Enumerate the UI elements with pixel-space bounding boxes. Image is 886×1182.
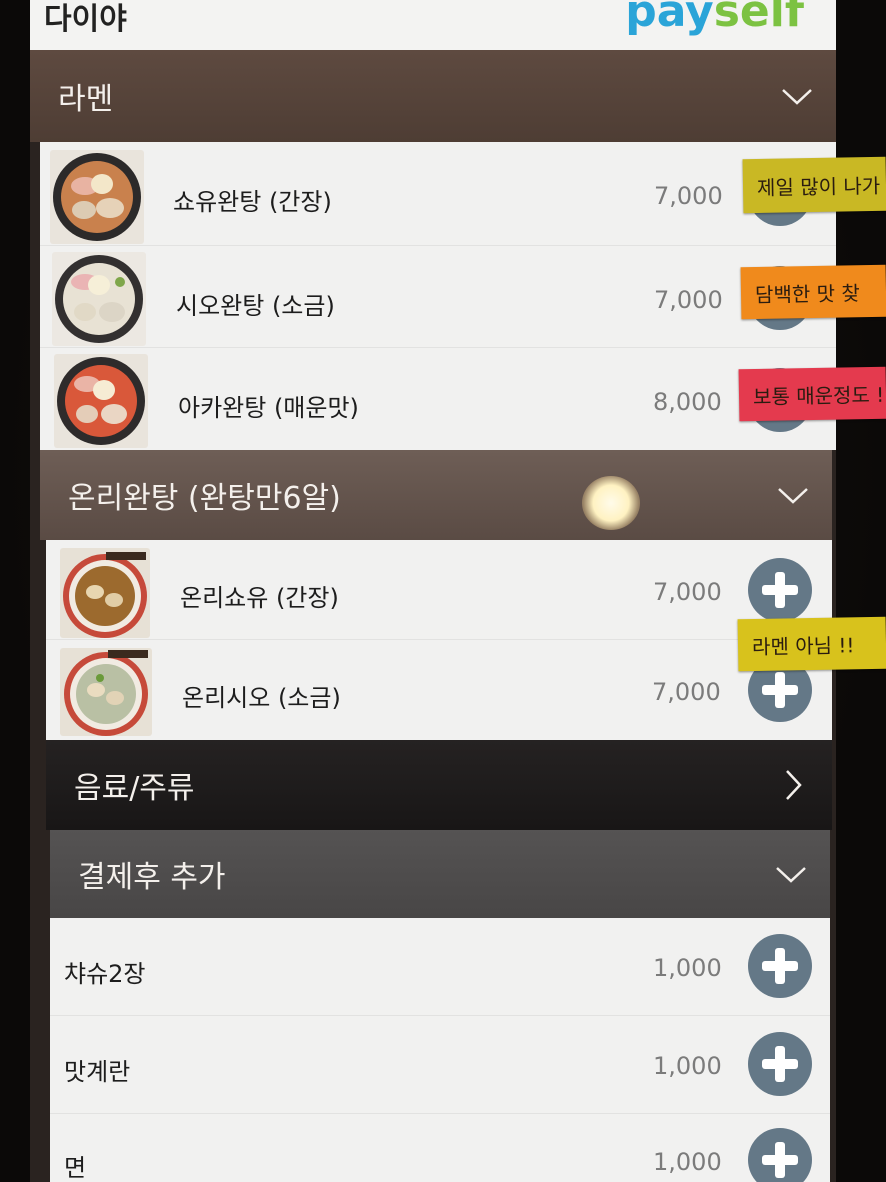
item-price: 7,000 <box>654 182 723 210</box>
logo-self-text: self <box>713 0 804 37</box>
store-name: 다이야 <box>44 2 127 37</box>
sticky-note: 보통 매운정도 !! <box>738 366 886 422</box>
item-name: 시오완탕 (소금) <box>176 292 335 320</box>
menu-item-row[interactable]: 쇼유완탕 (간장) 7,000 <box>40 142 836 246</box>
ramen-item-list: 쇼유완탕 (간장) 7,000 시오완탕 (소금) 7,000 아카완탕 (매운… <box>40 142 836 450</box>
item-price: 1,000 <box>653 1148 722 1176</box>
item-name: 온리시오 (소금) <box>182 684 341 712</box>
item-name: 맛계란 <box>64 1058 131 1086</box>
item-price: 1,000 <box>653 1052 722 1080</box>
chevron-down-icon <box>774 857 808 891</box>
category-label: 온리완탕 (완탕만6알) <box>68 481 341 516</box>
food-photo <box>60 648 152 736</box>
addon-item-row[interactable]: 챠슈2장 1,000 <box>50 918 830 1016</box>
addon-item-list: 챠슈2장 1,000 맛계란 1,000 면 1,000 <box>50 918 830 1182</box>
item-price: 8,000 <box>653 388 722 416</box>
food-photo <box>52 252 146 346</box>
menu-item-row[interactable]: 온리쇼유 (간장) 7,000 <box>46 540 832 640</box>
category-header-addons[interactable]: 결제후 추가 <box>50 830 830 918</box>
category-label: 라멘 <box>58 82 114 117</box>
category-header-drinks[interactable]: 음료/주류 <box>46 740 832 830</box>
add-item-button[interactable] <box>748 1032 812 1096</box>
light-glare <box>582 476 640 530</box>
top-bar: 다이야 payself <box>30 0 836 50</box>
category-label: 결제후 추가 <box>78 860 226 895</box>
chevron-down-icon <box>780 79 814 113</box>
payself-logo: payself <box>625 0 804 37</box>
food-photo <box>54 354 148 448</box>
addon-item-row[interactable]: 맛계란 1,000 <box>50 1016 830 1114</box>
add-item-button[interactable] <box>748 934 812 998</box>
category-header-ramen[interactable]: 라멘 <box>30 50 836 142</box>
food-photo <box>50 150 144 244</box>
chevron-right-icon <box>776 768 810 802</box>
item-name: 쇼유완탕 (간장) <box>173 188 332 216</box>
item-name: 챠슈2장 <box>64 960 146 988</box>
menu-item-row[interactable]: 시오완탕 (소금) 7,000 <box>40 246 836 348</box>
add-item-button[interactable] <box>748 558 812 622</box>
sticky-note: 라멘 아님 !! <box>737 616 886 672</box>
addon-item-row[interactable]: 면 1,000 <box>50 1114 830 1182</box>
item-name: 아카완탕 (매운맛) <box>178 394 359 422</box>
menu-item-row[interactable]: 아카완탕 (매운맛) 8,000 <box>40 348 836 450</box>
item-name: 면 <box>64 1154 87 1182</box>
onri-item-list: 온리쇼유 (간장) 7,000 온리시오 (소금) 7,000 <box>46 540 832 740</box>
logo-pay-text: pay <box>625 0 714 37</box>
chevron-down-icon <box>776 478 810 512</box>
category-header-onri-wonton[interactable]: 온리완탕 (완탕만6알) <box>40 450 832 540</box>
food-photo <box>60 548 150 638</box>
sticky-note: 담백한 맛 찾 <box>740 264 886 320</box>
item-price: 7,000 <box>654 286 723 314</box>
menu-item-row[interactable]: 온리시오 (소금) 7,000 <box>46 640 832 740</box>
item-name: 온리쇼유 (간장) <box>180 584 339 612</box>
category-label: 음료/주류 <box>74 771 195 806</box>
item-price: 7,000 <box>652 678 721 706</box>
add-item-button[interactable] <box>748 1128 812 1182</box>
sticky-note: 제일 많이 나가 <box>742 156 886 214</box>
item-price: 7,000 <box>653 578 722 606</box>
item-price: 1,000 <box>653 954 722 982</box>
